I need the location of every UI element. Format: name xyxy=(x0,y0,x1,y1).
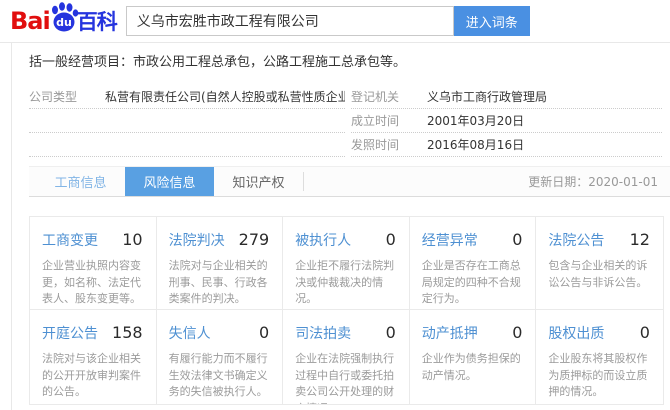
logo-text-bai: Bai xyxy=(10,7,50,35)
risk-card-hearing-announcement[interactable]: 开庭公告 158 法院对与该企业相关的公开开放审判案件的公告。 xyxy=(30,310,157,404)
card-description: 企业作为债务担保的动产情况。 xyxy=(422,351,528,384)
info-row-empty xyxy=(29,109,345,133)
card-head: 失信人 0 xyxy=(169,323,275,343)
risk-card-court-announcement[interactable]: 法院公告 12 包含与企业相关的诉讼公告与非诉公告。 xyxy=(536,217,663,310)
company-info-table: 公司类型 私营有限责任公司(自然人控股或私营性质企业控股) 登记机关 义乌市工商… xyxy=(29,85,662,157)
card-head: 动产抵押 0 xyxy=(422,323,528,343)
card-count: 0 xyxy=(640,323,655,342)
card-head: 法院判决 279 xyxy=(169,230,275,250)
card-head: 司法拍卖 0 xyxy=(295,323,401,343)
card-title-link[interactable]: 工商变更 xyxy=(42,230,98,250)
tab-risk-info[interactable]: 风险信息 xyxy=(125,167,214,196)
info-column-left: 公司类型 私营有限责任公司(自然人控股或私营性质企业控股) xyxy=(29,85,345,157)
baidu-baike-logo[interactable]: Bai du 百科 xyxy=(10,6,117,36)
company-panel: 括一般经营项目：市政公用工程总承包，公路工程施工总承包等。 公司类型 私营有限责… xyxy=(11,43,670,410)
tab-bar: 工商信息 风险信息 知识产权 更新日期：2020-01-01 xyxy=(29,166,670,197)
card-count: 158 xyxy=(112,323,148,342)
card-description: 企业营业执照内容变更，如名称、法定代表人、股东变更等。 xyxy=(42,258,148,308)
baike-header: Bai du 百科 进入词条 xyxy=(0,0,670,42)
info-value: 私营有限责任公司(自然人控股或私营性质企业控股) xyxy=(105,88,345,105)
risk-card-equity-pledge[interactable]: 股权出质 0 企业股东将其股权作为质押标的而设立质押的情况。 xyxy=(536,310,663,404)
card-head: 法院公告 12 xyxy=(548,230,655,250)
info-label: 发照时间 xyxy=(351,136,427,153)
update-date-text: 更新日期：2020-01-01 xyxy=(528,173,670,190)
card-count: 0 xyxy=(512,230,527,249)
risk-card-grid: 工商变更 10 企业营业执照内容变更，如名称、法定代表人、股东变更等。 法院判决… xyxy=(29,216,664,405)
baidu-paw-icon: du xyxy=(48,1,80,33)
card-description: 包含与企业相关的诉讼公告与非诉公告。 xyxy=(548,258,655,291)
card-count: 10 xyxy=(122,230,147,249)
logo-text-du: du xyxy=(56,16,72,29)
card-head: 开庭公告 158 xyxy=(42,323,148,343)
info-label: 成立时间 xyxy=(351,112,427,129)
info-row-license-date: 发照时间 2016年08月16日 xyxy=(351,133,662,157)
tab-divider xyxy=(303,172,304,191)
risk-card-court-judgment[interactable]: 法院判决 279 法院对与企业相关的刑事、民事、行政各类案件的判决。 xyxy=(157,217,284,310)
card-title-link[interactable]: 经营异常 xyxy=(422,230,478,250)
info-value: 2001年03月20日 xyxy=(427,112,524,129)
info-value: 2016年08月16日 xyxy=(427,136,524,153)
search-input[interactable] xyxy=(126,6,454,36)
card-description: 有履行能力而不履行生效法律文书确定义务的失信被执行人。 xyxy=(169,351,275,401)
info-row-empty xyxy=(29,133,345,157)
info-column-right: 登记机关 义乌市工商行政管理局 成立时间 2001年03月20日 发照时间 20… xyxy=(351,85,662,157)
card-title-link[interactable]: 开庭公告 xyxy=(42,323,98,343)
info-row-registry: 登记机关 义乌市工商行政管理局 xyxy=(351,85,662,109)
card-description: 法院对与企业相关的刑事、民事、行政各类案件的判决。 xyxy=(169,258,275,308)
card-description: 企业是否存在工商总局规定的四种不合规定行为。 xyxy=(422,258,528,308)
card-count: 279 xyxy=(239,230,275,249)
logo-text-baike: 百科 xyxy=(77,6,117,36)
enter-entry-button[interactable]: 进入词条 xyxy=(454,6,530,36)
risk-card-operation-abnormal[interactable]: 经营异常 0 企业是否存在工商总局规定的四种不合规定行为。 xyxy=(410,217,537,310)
card-count: 0 xyxy=(512,323,527,342)
card-description: 企业拒不履行法院判决或仲裁裁决的情况。 xyxy=(295,258,401,308)
risk-card-dishonest-person[interactable]: 失信人 0 有履行能力而不履行生效法律文书确定义务的失信被执行人。 xyxy=(157,310,284,404)
card-count: 0 xyxy=(259,323,274,342)
business-scope-text: 括一般经营项目：市政公用工程总承包，公路工程施工总承包等。 xyxy=(29,50,662,70)
info-row-founded-date: 成立时间 2001年03月20日 xyxy=(351,109,662,133)
info-label: 公司类型 xyxy=(29,88,105,105)
risk-card-chattel-mortgage[interactable]: 动产抵押 0 企业作为债务担保的动产情况。 xyxy=(410,310,537,404)
risk-card-enforced-person[interactable]: 被执行人 0 企业拒不履行法院判决或仲裁裁决的情况。 xyxy=(283,217,410,310)
card-title-link[interactable]: 股权出质 xyxy=(548,323,604,343)
card-description: 企业股东将其股权作为质押标的而设立质押的情况。 xyxy=(548,351,655,401)
info-row-company-type: 公司类型 私营有限责任公司(自然人控股或私营性质企业控股) xyxy=(29,85,345,109)
card-count: 0 xyxy=(386,230,401,249)
card-head: 股权出质 0 xyxy=(548,323,655,343)
card-count: 0 xyxy=(386,323,401,342)
card-title-link[interactable]: 失信人 xyxy=(169,323,211,343)
tab-business-info[interactable]: 工商信息 xyxy=(36,167,125,196)
info-value: 义乌市工商行政管理局 xyxy=(427,88,547,105)
card-title-link[interactable]: 法院判决 xyxy=(169,230,225,250)
card-title-link[interactable]: 被执行人 xyxy=(295,230,351,250)
card-title-link[interactable]: 司法拍卖 xyxy=(295,323,351,343)
card-title-link[interactable]: 法院公告 xyxy=(548,230,604,250)
card-head: 被执行人 0 xyxy=(295,230,401,250)
card-title-link[interactable]: 动产抵押 xyxy=(422,323,478,343)
tab-intellectual-property[interactable]: 知识产权 xyxy=(214,167,303,196)
card-description: 法院对与该企业相关的公开开放审判案件的公告。 xyxy=(42,351,148,401)
risk-card-judicial-auction[interactable]: 司法拍卖 0 企业在法院强制执行过程中自行或委托拍卖公司公开处理的财产情况 xyxy=(283,310,410,404)
card-head: 工商变更 10 xyxy=(42,230,148,250)
card-count: 12 xyxy=(630,230,655,249)
card-description: 企业在法院强制执行过程中自行或委托拍卖公司公开处理的财产情况 xyxy=(295,351,401,404)
card-head: 经营异常 0 xyxy=(422,230,528,250)
risk-card-business-change[interactable]: 工商变更 10 企业营业执照内容变更，如名称、法定代表人、股东变更等。 xyxy=(30,217,157,310)
info-label: 登记机关 xyxy=(351,88,427,105)
